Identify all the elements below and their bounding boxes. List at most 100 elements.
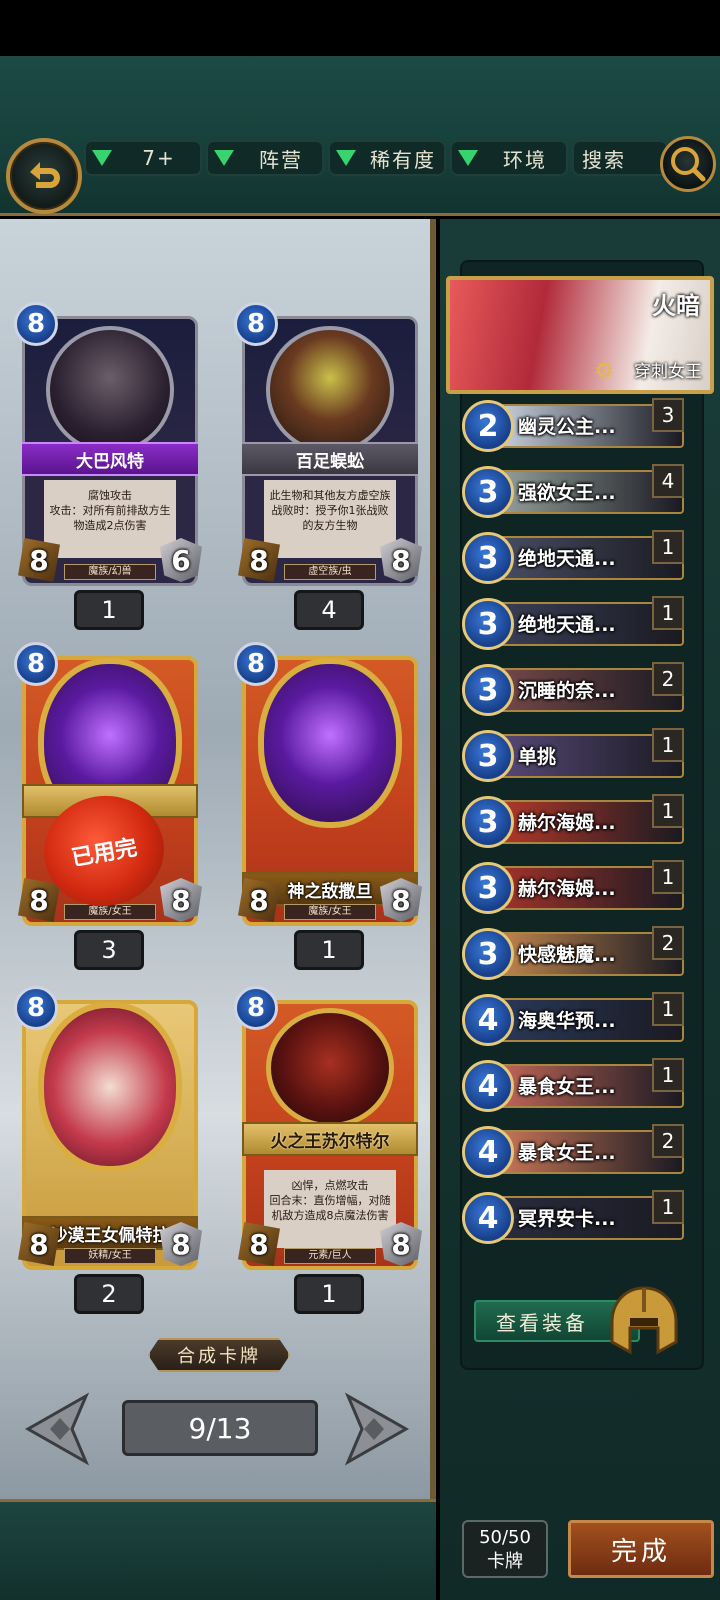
deck-card-count: 3 bbox=[652, 398, 684, 432]
top-bar bbox=[0, 56, 720, 216]
card-name: 火之王苏尔特尔 bbox=[242, 1122, 418, 1156]
faction-filter-label: 阵营 bbox=[259, 147, 303, 172]
next-page-arrow-icon[interactable] bbox=[344, 1392, 410, 1466]
deck-card-count: 1 bbox=[652, 992, 684, 1026]
card-attack: 8 bbox=[238, 1222, 280, 1266]
deck-card-name: 赫尔海姆... bbox=[518, 878, 616, 900]
deck-card-row[interactable]: 4 海奥华预... 1 bbox=[462, 992, 688, 1048]
back-button[interactable] bbox=[6, 138, 82, 214]
card-name: 大巴风特 bbox=[22, 442, 198, 476]
deck-card-cost: 3 bbox=[462, 532, 514, 584]
hero-banner[interactable]: 火暗 ⚙ 穿刺女王 bbox=[446, 276, 714, 394]
deck-card-count: 2 bbox=[652, 926, 684, 960]
prev-page-arrow-icon[interactable] bbox=[24, 1392, 90, 1466]
collection-card[interactable]: 百足蜈蚣 此生物和其他友方虚空族战败时：授予你1张战败的友方生物 虚空族/虫 8… bbox=[228, 296, 424, 630]
faction-filter[interactable]: 阵营 bbox=[206, 140, 324, 176]
card-owned-count: 1 bbox=[294, 930, 364, 970]
card-health: 8 bbox=[160, 878, 202, 922]
card-attack: 8 bbox=[18, 1222, 60, 1266]
card-description: 此生物和其他友方虚空族战败时：授予你1张战败的友方生物 bbox=[264, 480, 396, 558]
search-field[interactable]: 搜索 bbox=[572, 140, 668, 176]
deck-card-name: 沉睡的奈... bbox=[518, 680, 616, 702]
deck-card-row[interactable]: 4 暴食女王... 1 bbox=[462, 1058, 688, 1114]
card-race: 妖精/女王 bbox=[64, 1248, 156, 1264]
deck-card-cost: 4 bbox=[462, 1060, 514, 1112]
collection-card[interactable]: 火之王苏尔特尔 凶悍，点燃攻击 回合末：直伤增幅，对随机敌方造成8点魔法伤害 元… bbox=[228, 980, 424, 1314]
dropdown-triangle-icon bbox=[92, 150, 112, 166]
helmet-icon bbox=[610, 1286, 678, 1355]
collection-card[interactable]: 神之敌撒旦 魔族/女王 8 8 8 1 bbox=[228, 636, 424, 970]
card-race: 元素/巨人 bbox=[284, 1248, 376, 1264]
deck-card-name: 强欲女王... bbox=[518, 482, 616, 504]
deck-card-name: 冥界安卡... bbox=[518, 1208, 616, 1230]
deck-card-cost: 3 bbox=[462, 466, 514, 518]
deck-card-cost: 3 bbox=[462, 928, 514, 980]
deck-card-row[interactable]: 3 绝地天通... 1 bbox=[462, 596, 688, 652]
collection-card[interactable]: 大巴风特 腐蚀攻击 攻击：对所有前排敌方生物造成2点伤害 魔族/幻兽 8 8 6… bbox=[8, 296, 204, 630]
deck-card-row[interactable]: 3 沉睡的奈... 2 bbox=[462, 662, 688, 718]
hero-name: 穿刺女王 bbox=[634, 362, 702, 382]
card-health: 8 bbox=[380, 878, 422, 922]
dropdown-triangle-icon bbox=[336, 150, 356, 166]
card-art bbox=[266, 326, 394, 454]
deck-card-row[interactable]: 3 快感魅魔... 2 bbox=[462, 926, 688, 982]
card-owned-count: 1 bbox=[74, 590, 144, 630]
card-art bbox=[258, 658, 402, 828]
deck-card-name: 绝地天通... bbox=[518, 614, 616, 636]
deck-card-name: 暴食女王... bbox=[518, 1142, 616, 1164]
card-art bbox=[266, 1008, 394, 1128]
card-health: 8 bbox=[380, 1222, 422, 1266]
card-owned-count: 2 bbox=[74, 1274, 144, 1314]
card-owned-count: 1 bbox=[294, 1274, 364, 1314]
search-label: 搜索 bbox=[582, 147, 626, 172]
deck-card-row[interactable]: 3 赫尔海姆... 1 bbox=[462, 860, 688, 916]
deck-card-count: 2 bbox=[652, 662, 684, 696]
status-bar bbox=[0, 0, 720, 56]
dropdown-triangle-icon bbox=[214, 150, 234, 166]
gear-icon: ⚙ bbox=[594, 359, 614, 384]
deck-card-name: 海奥华预... bbox=[518, 1010, 616, 1032]
dropdown-triangle-icon bbox=[458, 150, 478, 166]
combine-cards-button[interactable]: 合成卡牌 bbox=[148, 1338, 290, 1372]
card-race: 魔族/女王 bbox=[284, 904, 376, 920]
deck-card-count: 50/50 卡牌 bbox=[462, 1520, 548, 1578]
deck-card-row[interactable]: 3 赫尔海姆... 1 bbox=[462, 794, 688, 850]
deck-card-name: 幽灵公主... bbox=[518, 416, 616, 438]
deck-card-count: 2 bbox=[652, 1124, 684, 1158]
card-attack: 8 bbox=[238, 878, 280, 922]
deck-card-count: 1 bbox=[652, 860, 684, 894]
card-race: 虚空族/虫 bbox=[284, 564, 376, 580]
card-description: 凶悍，点燃攻击 回合末：直伤增幅，对随机敌方造成8点魔法伤害 bbox=[264, 1170, 396, 1248]
card-cost: 8 bbox=[234, 986, 278, 1030]
deck-card-count: 1 bbox=[652, 530, 684, 564]
deck-card-row[interactable]: 3 单挑 1 bbox=[462, 728, 688, 784]
deck-card-row[interactable]: 2 幽灵公主... 3 bbox=[462, 398, 688, 454]
environment-filter-label: 环境 bbox=[503, 147, 547, 172]
deck-card-count: 1 bbox=[652, 794, 684, 828]
collection-card[interactable]: 魔族/女王 8 8 8 已用完 3 bbox=[8, 636, 204, 970]
rarity-filter[interactable]: 稀有度 bbox=[328, 140, 446, 176]
deck-card-row[interactable]: 4 暴食女王... 2 bbox=[462, 1124, 688, 1180]
card-cost: 8 bbox=[14, 986, 58, 1030]
deck-card-cost: 3 bbox=[462, 730, 514, 782]
environment-filter[interactable]: 环境 bbox=[450, 140, 568, 176]
deck-card-count: 1 bbox=[652, 1058, 684, 1092]
deck-card-count: 1 bbox=[652, 596, 684, 630]
deck-card-cost: 4 bbox=[462, 994, 514, 1046]
search-button[interactable] bbox=[660, 136, 716, 192]
deck-builder-screen: 7+ 阵营 稀有度 环境 搜索 大巴风特 腐蚀攻击 攻击：对所有前排敌方生物造成… bbox=[0, 0, 720, 1600]
card-description: 腐蚀攻击 攻击：对所有前排敌方生物造成2点伤害 bbox=[44, 480, 176, 558]
deck-card-row[interactable]: 4 冥界安卡... 1 bbox=[462, 1190, 688, 1246]
card-race: 魔族/幻兽 bbox=[64, 564, 156, 580]
deck-card-row[interactable]: 3 绝地天通... 1 bbox=[462, 530, 688, 586]
hero-element: 火暗 bbox=[652, 292, 700, 320]
deck-card-name: 赫尔海姆... bbox=[518, 812, 616, 834]
card-name: 百足蜈蚣 bbox=[242, 442, 418, 476]
deck-card-row[interactable]: 3 强欲女王... 4 bbox=[462, 464, 688, 520]
done-button[interactable]: 完成 bbox=[568, 1520, 714, 1578]
cost-filter[interactable]: 7+ bbox=[84, 140, 202, 176]
magnifier-icon bbox=[671, 147, 706, 182]
deck-card-name: 暴食女王... bbox=[518, 1076, 616, 1098]
collection-card[interactable]: 沙漠王女佩特拉 妖精/女王 8 8 8 2 bbox=[8, 980, 204, 1314]
card-cost: 8 bbox=[14, 302, 58, 346]
